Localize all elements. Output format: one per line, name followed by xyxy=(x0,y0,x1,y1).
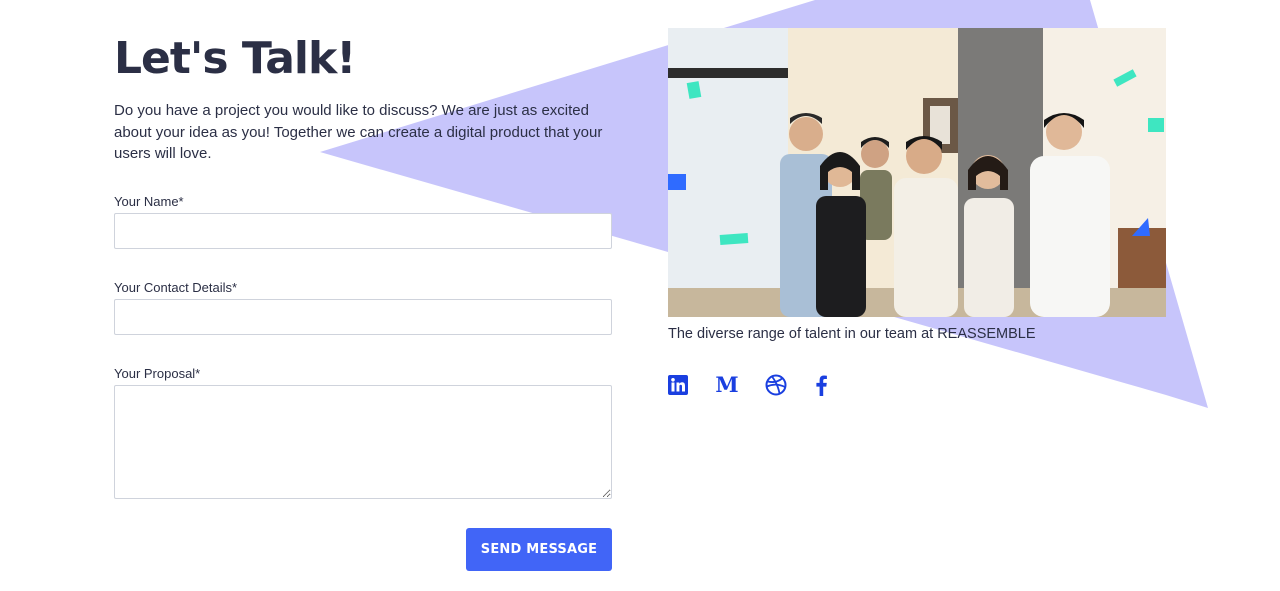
linkedin-link[interactable] xyxy=(667,373,689,397)
name-label: Your Name* xyxy=(114,194,184,209)
contact-details-label: Your Contact Details* xyxy=(114,280,238,295)
facebook-link[interactable] xyxy=(810,373,832,397)
photo-caption: The diverse range of talent in our team … xyxy=(668,326,1036,342)
dribbble-link[interactable] xyxy=(765,373,787,397)
send-message-button[interactable]: SEND MESSAGE xyxy=(466,528,612,571)
team-photo xyxy=(668,28,1166,317)
contact-details-input[interactable] xyxy=(114,299,612,335)
name-input[interactable] xyxy=(114,213,612,249)
team-member xyxy=(964,155,1014,317)
intro-text: Do you have a project you would like to … xyxy=(114,102,603,162)
facebook-icon xyxy=(816,375,827,396)
proposal-textarea[interactable] xyxy=(114,385,612,499)
team-member xyxy=(816,152,866,317)
proposal-label: Your Proposal* xyxy=(114,366,201,381)
medium-icon: M xyxy=(715,372,739,397)
linkedin-icon xyxy=(668,375,688,395)
intro-section: Let's Talk! Do you have a project you wo… xyxy=(114,30,612,165)
dribbble-icon xyxy=(765,374,787,396)
medium-link[interactable]: M xyxy=(715,373,739,397)
team-photo-image xyxy=(668,28,1166,317)
page-title: Let's Talk! xyxy=(114,33,356,84)
